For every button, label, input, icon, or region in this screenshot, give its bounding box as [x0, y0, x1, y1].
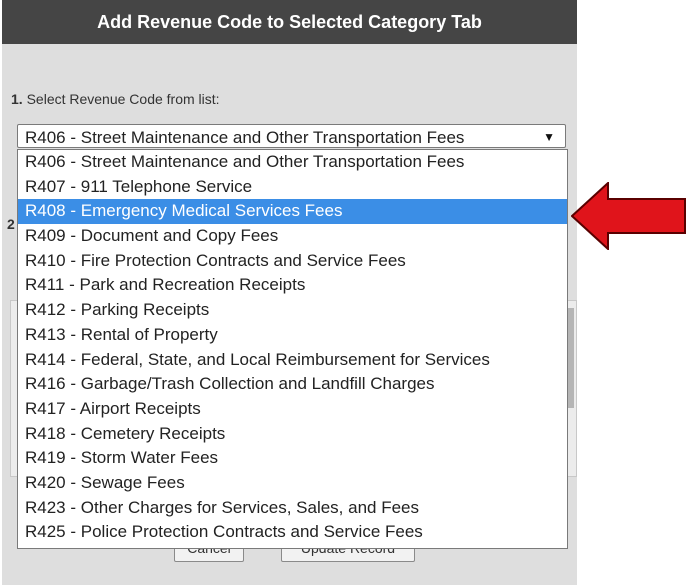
dropdown-option[interactable]: R417 - Airport Receipts — [18, 397, 567, 422]
revenue-code-dropdown-list: R406 - Street Maintenance and Other Tran… — [17, 149, 568, 549]
dropdown-option-selected[interactable]: R408 - Emergency Medical Services Fees — [18, 199, 567, 225]
dialog-title: Add Revenue Code to Selected Category Ta… — [2, 0, 577, 44]
step1-label: 1. Select Revenue Code from list: — [11, 91, 220, 107]
dropdown-option[interactable]: R410 - Fire Protection Contracts and Ser… — [18, 249, 567, 274]
step1-text: Select Revenue Code from list: — [26, 91, 220, 107]
dropdown-option[interactable]: R420 - Sewage Fees — [18, 471, 567, 496]
dropdown-option[interactable]: R423 - Other Charges for Services, Sales… — [18, 496, 567, 521]
dropdown-option[interactable]: R414 - Federal, State, and Local Reimbur… — [18, 348, 567, 373]
revenue-code-select-value: R406 - Street Maintenance and Other Tran… — [25, 128, 465, 147]
dropdown-option[interactable]: R406 - Street Maintenance and Other Tran… — [18, 150, 567, 175]
step1-number: 1. — [11, 91, 23, 107]
dropdown-option[interactable]: R412 - Parking Receipts — [18, 298, 567, 323]
chevron-down-icon[interactable]: ▼ — [543, 130, 555, 144]
step2-label-partial: 2 — [7, 216, 15, 232]
dropdown-option[interactable]: R409 - Document and Copy Fees — [18, 224, 567, 249]
red-arrow-icon — [571, 182, 686, 250]
dropdown-option[interactable]: R413 - Rental of Property — [18, 323, 567, 348]
dropdown-option[interactable]: R425 - Police Protection Contracts and S… — [18, 520, 567, 545]
revenue-code-select[interactable]: R406 - Street Maintenance and Other Tran… — [17, 124, 566, 148]
dropdown-option[interactable]: R407 - 911 Telephone Service — [18, 175, 567, 200]
dropdown-option[interactable]: R418 - Cemetery Receipts — [18, 422, 567, 447]
dropdown-option[interactable]: R419 - Storm Water Fees — [18, 446, 567, 471]
dropdown-option[interactable]: R411 - Park and Recreation Receipts — [18, 273, 567, 298]
dropdown-option[interactable]: R416 - Garbage/Trash Collection and Land… — [18, 372, 567, 397]
page: Add Revenue Code to Selected Category Ta… — [0, 0, 688, 585]
